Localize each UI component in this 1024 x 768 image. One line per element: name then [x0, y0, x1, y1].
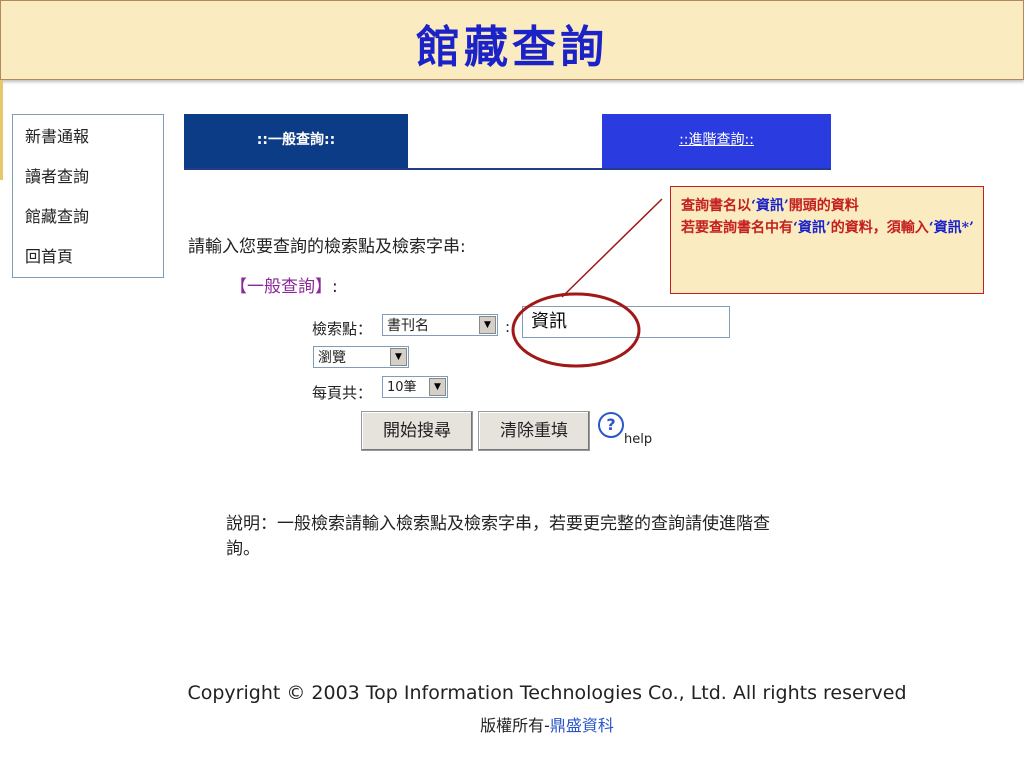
tab-advanced-search[interactable]: ::進階查詢:: [602, 114, 831, 168]
callout-text: 若要查詢書名中有 [681, 220, 793, 236]
callout-text: 查詢書名以 [681, 198, 751, 214]
search-input[interactable]: 資訊 [522, 306, 730, 338]
callout-highlight: ‘資訊’ [751, 198, 789, 214]
sidebar-item-home[interactable]: 回首頁 [25, 243, 73, 267]
callout-highlight: ‘資訊*’ [928, 220, 974, 236]
mode-select[interactable]: 瀏覽 ▼ [313, 346, 409, 368]
help-icon[interactable]: ? [598, 412, 624, 438]
rights-line: 版權所有-鼎盛資科 [0, 712, 1024, 736]
field-separator: : [505, 318, 511, 336]
per-page-select-value: 10筆 [387, 380, 417, 395]
sidebar-item-new-books[interactable]: 新書通報 [25, 123, 89, 147]
chevron-down-icon: ▼ [390, 348, 407, 366]
callout-text: 開頭的資料 [788, 198, 859, 214]
field-select[interactable]: 書刊名 ▼ [382, 314, 498, 336]
page-title: 館藏查詢 [416, 22, 608, 73]
section-label-colon: : [332, 277, 338, 297]
sidebar-item-reader-query[interactable]: 讀者查詢 [25, 163, 89, 187]
rights-prefix: 版權所有- [480, 716, 550, 735]
search-prompt: 請輸入您要查詢的檢索點及檢索字串: [188, 237, 466, 257]
clear-button[interactable]: 清除重填 [478, 411, 590, 451]
note-text: 說明：一般檢索請輸入檢索點及檢索字串，若要更完整的查詢請使進階查詢。 [226, 514, 770, 559]
tab-general-search[interactable]: ::一般查詢:: [184, 114, 408, 168]
per-page-label: 每頁共： [312, 384, 373, 402]
section-label-text: 【一般查詢】 [230, 277, 332, 297]
start-search-button[interactable]: 開始搜尋 [361, 411, 473, 451]
title-bar: 館藏查詢 [0, 0, 1024, 80]
section-label: 【一般查詢】: [230, 272, 338, 297]
search-tabs: ::一般查詢:: ::進階查詢:: [184, 114, 831, 170]
field-select-value: 書刊名 [387, 318, 429, 334]
annotation-pointer-line [561, 198, 663, 298]
left-accent-strip [0, 80, 3, 180]
per-page-select[interactable]: 10筆 ▼ [382, 376, 448, 398]
sidebar-nav: 新書通報 讀者查詢 館藏查詢 回首頁 [12, 114, 164, 278]
callout-highlight: ‘資訊’ [793, 220, 831, 236]
callout-text: 的資料，須輸入 [830, 220, 929, 236]
sidebar-item-collection-query[interactable]: 館藏查詢 [25, 203, 89, 227]
field-label: 檢索點： [312, 320, 373, 338]
help-label[interactable]: help [624, 432, 652, 447]
chevron-down-icon: ▼ [429, 378, 446, 396]
mode-select-value: 瀏覽 [318, 350, 346, 366]
chevron-down-icon: ▼ [479, 316, 496, 334]
brand-link[interactable]: 鼎盛資科 [550, 716, 614, 735]
annotation-callout: 查詢書名以‘資訊’開頭的資料 若要查詢書名中有‘資訊’的資料，須輸入‘資訊*’ [670, 186, 984, 294]
copyright-text: Copyright © 2003 Top Information Technol… [187, 682, 907, 704]
